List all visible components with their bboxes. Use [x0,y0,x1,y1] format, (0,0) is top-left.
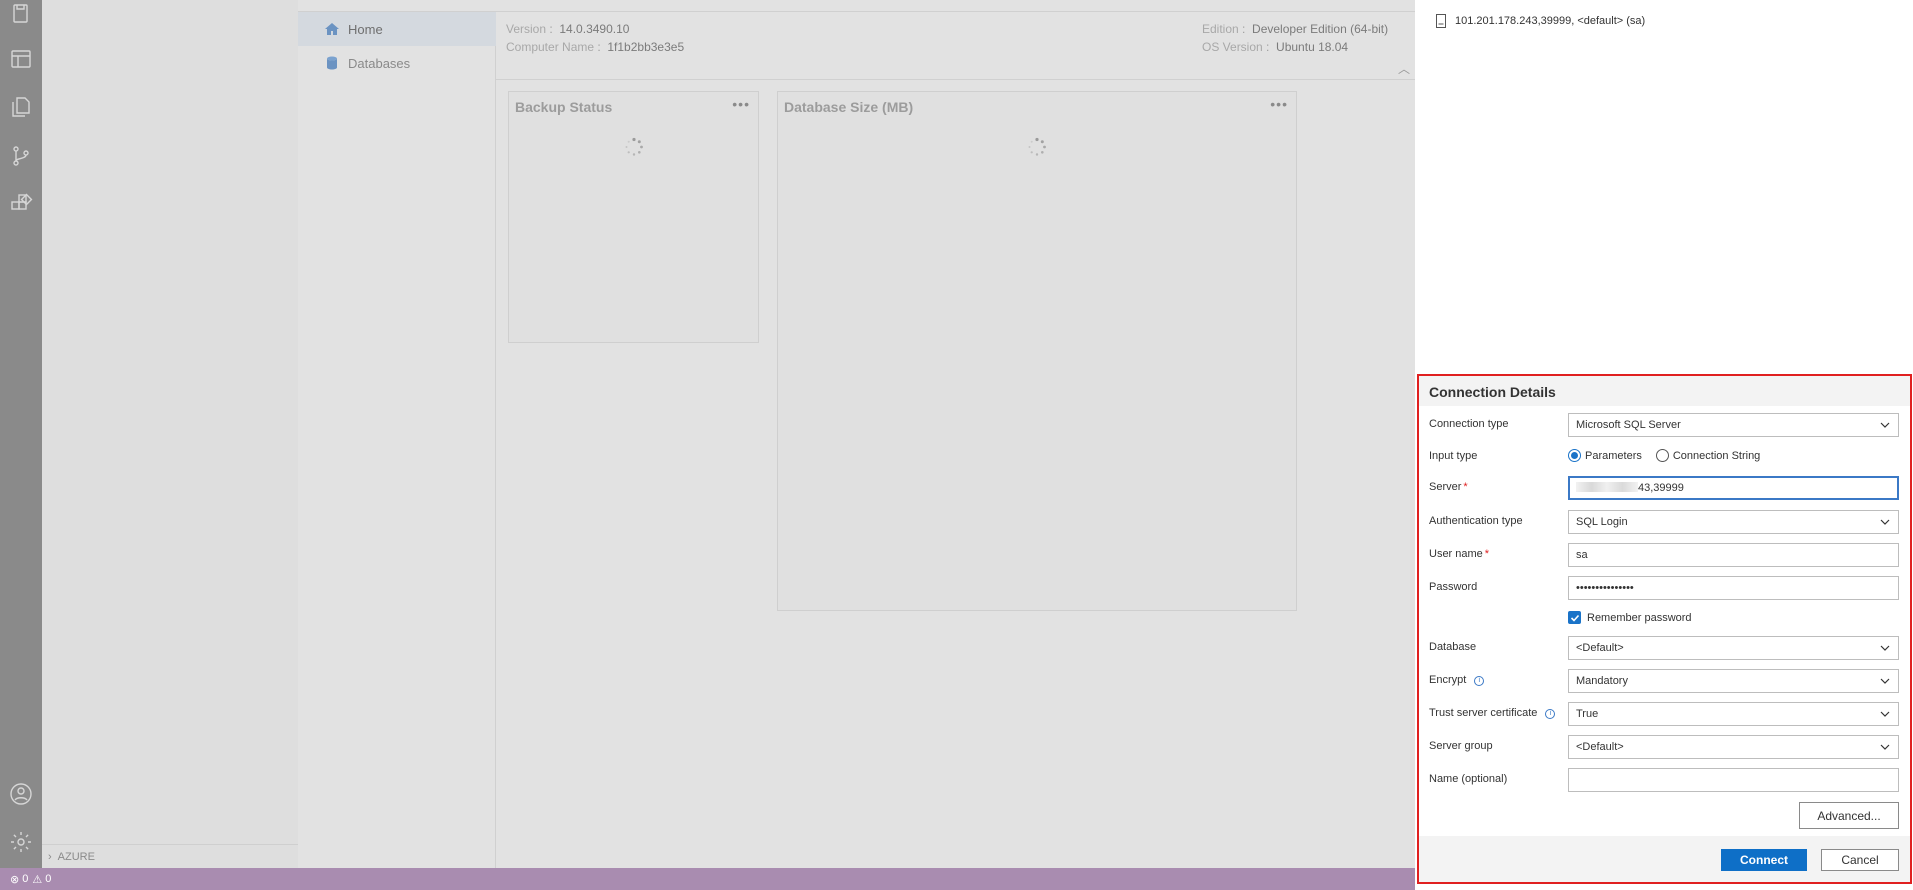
parameters-radio[interactable] [1568,449,1581,462]
nav-item-home[interactable]: Home [298,12,496,46]
chevron-up-icon[interactable]: ︿ [1398,60,1410,77]
info-icon[interactable]: i [1474,676,1485,686]
widget-title: Backup Status [515,99,613,115]
files-icon[interactable] [7,0,35,28]
dialog-footer: Connect Cancel [1419,836,1910,882]
connection-string-radio-label: Connection String [1672,449,1761,462]
more-actions-icon[interactable]: ••• [1270,96,1288,112]
azure-section-label: AZURE [57,850,95,863]
server-input[interactable]: 43,39999 [1568,476,1899,500]
error-icon[interactable]: ⊗ [10,873,19,886]
password-input[interactable]: ••••••••••••••• [1568,576,1899,600]
info-icon[interactable]: i [1545,709,1556,719]
dashboard-editor: Home Databases Version : 14.0.3490.10 Co… [298,0,1415,868]
extensions-icon[interactable] [7,190,35,218]
chevron-down-icon [1880,422,1890,428]
connect-button[interactable]: Connect [1721,849,1807,871]
trust-cert-label: Trust server certificate i [1429,707,1556,719]
server-info-bar: Version : 14.0.3490.10 Computer Name : 1… [496,12,1415,80]
error-count[interactable]: 0 [22,873,28,885]
server-label: Server * [1429,481,1468,493]
chevron-down-icon [1880,744,1890,750]
checkmark-icon [1570,614,1579,622]
remember-password-row: Remember password [1568,611,1692,624]
recent-connection-item[interactable]: 101.201.178.243,39999, <default> (sa) [1435,14,1645,28]
side-bar: › AZURE [42,0,298,868]
servers-icon[interactable] [7,45,35,73]
username-label: User name * [1429,548,1490,560]
name-input[interactable] [1568,768,1899,792]
server-icon [1436,14,1446,28]
redacted-text [1576,482,1638,492]
activity-bar [0,0,42,868]
server-group-label: Server group [1429,740,1493,752]
widget-title: Database Size (MB) [784,99,914,115]
explorer-icon[interactable] [7,93,35,121]
warning-count[interactable]: 0 [45,873,51,885]
database-size-widget: Database Size (MB) ••• [777,91,1297,611]
password-label: Password [1429,581,1478,593]
dashboard-nav: Home Databases [298,12,496,868]
dialog-title: Connection Details [1419,376,1910,406]
backup-status-widget: Backup Status ••• [508,91,759,343]
name-label: Name (optional) [1429,773,1508,785]
trust-cert-select[interactable]: True [1568,702,1899,726]
edition-row: Edition : Developer Edition (64-bit) [1202,22,1389,36]
chevron-down-icon [1880,519,1890,525]
connection-details-dialog: Connection Details Connection type Micro… [1417,374,1912,884]
auth-type-label: Authentication type [1429,515,1523,527]
connection-type-select[interactable]: Microsoft SQL Server [1568,413,1899,437]
encrypt-select[interactable]: Mandatory [1568,669,1899,693]
database-label: Database [1429,641,1477,653]
source-control-icon[interactable] [7,142,35,170]
computer-name-row: Computer Name : 1f1b2bb3e3e5 [506,40,685,54]
nav-item-label: Databases [348,55,411,71]
remember-password-label: Remember password [1587,611,1692,624]
more-actions-icon[interactable]: ••• [732,96,750,112]
warning-icon[interactable]: ⚠ [32,873,42,886]
version-row: Version : 14.0.3490.10 [506,22,630,36]
nav-item-databases[interactable]: Databases [298,46,496,80]
chevron-down-icon [1880,711,1890,717]
auth-type-select[interactable]: SQL Login [1568,510,1899,534]
os-version-row: OS Version : Ubuntu 18.04 [1202,40,1349,54]
encrypt-label: Encrypt i [1429,674,1485,686]
editor-tab-strip [298,0,1415,12]
recent-connection-label: 101.201.178.243,39999, <default> (sa) [1455,15,1646,27]
status-bar: ⊗ 0 ⚠ 0 [0,868,1415,890]
parameters-radio-label: Parameters [1585,449,1642,462]
remember-password-checkbox[interactable] [1568,611,1581,624]
connection-type-label: Connection type [1429,418,1509,430]
loading-spinner-icon [1028,137,1046,156]
database-select[interactable]: <Default> [1568,636,1899,660]
database-icon [327,56,337,70]
input-type-label: Input type [1429,450,1478,462]
loading-spinner-icon [625,137,643,156]
chevron-right-icon: › [48,850,52,863]
chevron-down-icon [1880,645,1890,651]
input-type-radio-group: Parameters Connection String [1568,449,1760,462]
settings-gear-icon[interactable] [7,828,35,856]
account-icon[interactable] [7,780,35,808]
server-group-select[interactable]: <Default> [1568,735,1899,759]
cancel-button[interactable]: Cancel [1821,849,1899,871]
advanced-button[interactable]: Advanced... [1799,802,1899,829]
home-icon [325,23,339,35]
nav-item-label: Home [348,21,383,37]
connection-string-radio[interactable] [1655,449,1669,462]
azure-section-header[interactable]: › AZURE [42,844,298,868]
username-input[interactable]: sa [1568,543,1899,567]
chevron-down-icon [1880,678,1890,684]
